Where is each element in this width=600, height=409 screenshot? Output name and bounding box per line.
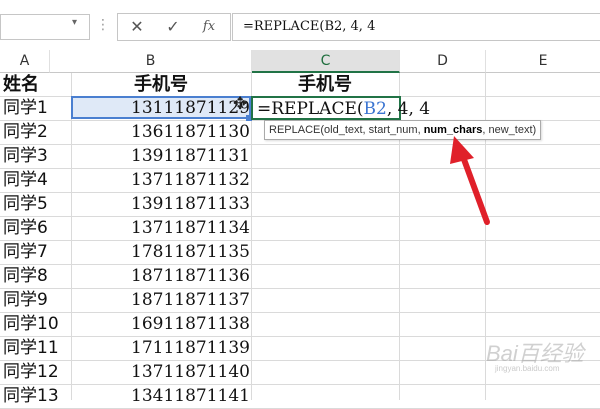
name-cell[interactable]: 同学10 xyxy=(3,313,71,336)
name-cell[interactable]: 同学9 xyxy=(3,289,71,312)
header-cell-phone[interactable]: 手机号 xyxy=(72,73,250,96)
phone-cell[interactable]: 13911871133 xyxy=(72,193,250,216)
header-cell-name[interactable]: 姓名 xyxy=(3,73,71,96)
name-cell[interactable]: 同学4 xyxy=(3,169,71,192)
table-row: 同学10 16911871138 xyxy=(0,313,600,337)
chevron-down-icon[interactable]: ▾ xyxy=(72,17,77,28)
name-cell[interactable]: 同学5 xyxy=(3,193,71,216)
phone-cell[interactable]: 13711871134 xyxy=(72,217,250,240)
phone-cell[interactable]: 17111871139 xyxy=(72,337,250,360)
column-header-c[interactable]: C xyxy=(252,50,400,73)
name-cell[interactable]: 同学11 xyxy=(3,337,71,360)
header-cell-new-phone[interactable]: 手机号 xyxy=(252,73,398,96)
table-row: 同学4 13711871132 xyxy=(0,169,600,193)
formula-bar-area: ▾ ⋮ ✕ ✓ fx =REPLACE(B2, 4, 4 xyxy=(0,0,600,51)
table-row: 同学8 18711871136 xyxy=(0,265,600,289)
red-arrow-annotation xyxy=(450,136,490,225)
table-row: 同学7 17811871135 xyxy=(0,241,600,265)
formula-prefix: =REPLACE( xyxy=(257,99,364,119)
phone-cell[interactable]: 17811871135 xyxy=(72,241,250,264)
phone-cell[interactable]: 18711871136 xyxy=(72,265,250,288)
table-row: 同学6 13711871134 xyxy=(0,217,600,241)
insert-function-icon[interactable]: fx xyxy=(192,14,226,40)
table-row: 同学5 13911871133 xyxy=(0,193,600,217)
table-row: 同学9 18711871137 xyxy=(0,289,600,313)
column-header-a[interactable]: A xyxy=(0,50,50,73)
name-cell[interactable]: 同学2 xyxy=(3,121,71,144)
cancel-icon[interactable]: ✕ xyxy=(120,14,154,40)
phone-cell[interactable]: 13611871130 xyxy=(72,121,250,144)
column-header-d[interactable]: D xyxy=(400,50,486,73)
table-row: 同学13 13411871141 xyxy=(0,385,600,409)
active-cell-formula: =REPLACE(B2, 4, 4 xyxy=(257,97,430,121)
phone-cell[interactable]: 13911871131 xyxy=(72,145,250,168)
baidu-watermark-url: jingyan.baidu.com xyxy=(495,364,560,373)
enter-icon[interactable]: ✓ xyxy=(156,14,190,40)
drag-handle-icon[interactable]: ⋮ xyxy=(96,14,110,36)
phone-cell[interactable]: 18711871137 xyxy=(72,289,250,312)
phone-cell[interactable]: 13711871132 xyxy=(72,169,250,192)
name-cell[interactable]: 同学3 xyxy=(3,145,71,168)
phone-cell[interactable]: 16911871138 xyxy=(72,313,250,336)
phone-cell[interactable]: 13711871140 xyxy=(72,361,250,384)
name-cell[interactable]: 同学12 xyxy=(3,361,71,384)
column-header-e[interactable]: E xyxy=(486,50,600,73)
formula-input[interactable]: =REPLACE(B2, 4, 4 xyxy=(232,13,600,41)
name-cell[interactable]: 同学1 xyxy=(3,97,71,120)
name-cell[interactable]: 同学7 xyxy=(3,241,71,264)
formula-suffix: , 4, 4 xyxy=(386,99,431,119)
move-cursor-icon: ✥ xyxy=(233,94,248,114)
formula-buttons: ✕ ✓ fx xyxy=(117,13,231,41)
column-header-b[interactable]: B xyxy=(50,50,252,73)
header-row: 姓名 手机号 手机号 xyxy=(0,73,600,97)
name-cell[interactable]: 同学13 xyxy=(3,385,71,408)
table-row: 同学3 13911871131 xyxy=(0,145,600,169)
name-cell[interactable]: 同学6 xyxy=(3,217,71,240)
name-cell[interactable]: 同学8 xyxy=(3,265,71,288)
tooltip-args-before: REPLACE(old_text, start_num, xyxy=(269,124,424,136)
active-cell-editor[interactable]: =REPLACE(B2, 4, 4 xyxy=(251,96,430,120)
formula-text: =REPLACE(B2, 4, 4 xyxy=(243,19,376,34)
formula-reference: B2 xyxy=(363,99,387,119)
referenced-phone-text: 13111871129 xyxy=(131,98,250,118)
phone-cell[interactable]: 13411871141 xyxy=(72,385,250,408)
